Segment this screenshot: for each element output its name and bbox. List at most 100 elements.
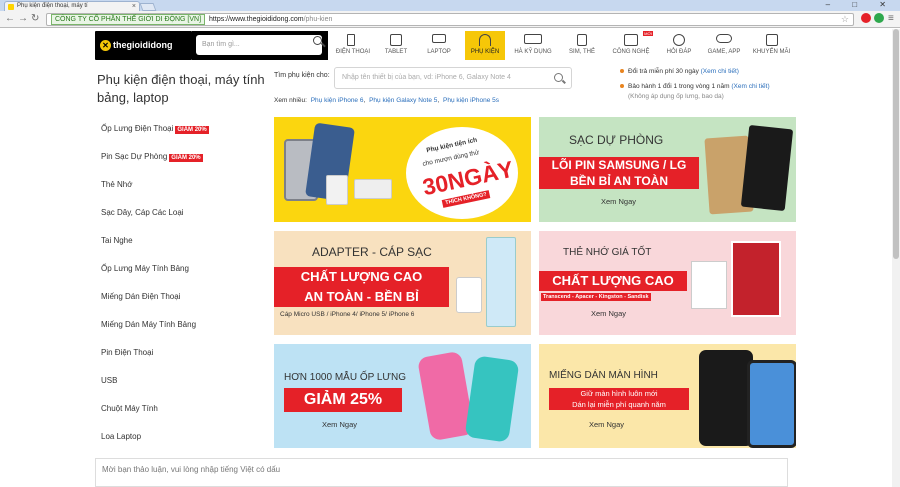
nav-laptop[interactable]: LAPTOP [419, 31, 459, 60]
nav-game-app[interactable]: GAME, APP [702, 31, 746, 60]
sidebar-item[interactable]: Thẻ Nhớ [101, 180, 132, 189]
sidebar-item[interactable]: Sạc Dây, Cáp Các Loại [101, 208, 184, 217]
sidebar-item[interactable]: Miếng Dán Máy Tính Bảng [101, 320, 196, 329]
nav-dien-thoai[interactable]: ĐIỆN THOẠI [333, 31, 373, 60]
accessory-search-label: Tìm phụ kiện cho: [274, 72, 330, 79]
sidebar-item-label: Miếng Dán Máy Tính Bảng [101, 320, 197, 329]
question-icon [673, 34, 685, 46]
banner-powerbank[interactable]: SẠC DỰ PHÒNG LÕI PIN SAMSUNG / LG BỀN BỈ… [539, 117, 796, 222]
nav-sim-the[interactable]: SIM, THẺ [562, 31, 602, 60]
tech-news-icon [624, 34, 638, 46]
address-toolbar: ← → ↻ CÔNG TY CỔ PHẦN THẾ GIỚI DI ĐỘNG [… [0, 11, 900, 28]
discount-badge: GIẢM 20% [175, 126, 209, 134]
view-now-link[interactable]: Xem Ngay [322, 420, 357, 429]
nav-label: TABLET [384, 49, 408, 55]
nav-tablet[interactable]: TABLET [377, 31, 415, 60]
page-scrollbar[interactable] [892, 29, 900, 487]
banner-title: SẠC DỰ PHÒNG [569, 133, 664, 147]
close-tab-icon[interactable]: × [132, 2, 136, 11]
browser-tab[interactable]: Phụ kiện điện thoại, máy tí × [4, 1, 140, 11]
sidebar-item-label: Tai Nghe [101, 236, 133, 245]
nav-ha-ky-dung[interactable]: HÀ KỸ DỤNG [509, 31, 557, 60]
comment-input[interactable]: Mời bạn thảo luận, vui lòng nhập tiếng V… [95, 458, 788, 487]
banner-red-line-2: AN TOÀN - BỀN BỈ [274, 287, 449, 307]
nav-cong-nghe[interactable]: MỚI CÔNG NGHỆ [607, 31, 655, 60]
sidebar-item[interactable]: Pin Điện Thoại [101, 348, 153, 357]
powerbank-image [354, 179, 392, 199]
nav-label: CÔNG NGHỆ [612, 49, 650, 55]
laptop-icon [432, 34, 446, 43]
sidebar-item-label: Chuột Máy Tính [101, 404, 158, 413]
nav-hoi-dap[interactable]: HỎI ĐÁP [659, 31, 699, 60]
banner-title: MIẾNG DÁN MÀN HÌNH [549, 370, 658, 381]
reload-icon[interactable]: ↻ [31, 13, 39, 25]
browser-tab-bar: Phụ kiện điện thoại, máy tí × – □ ✕ [0, 0, 900, 11]
banner-adapter[interactable]: ADAPTER - CÁP SẠC CHẤT LƯỢNG CAO AN TOÀN… [274, 231, 531, 335]
nav-label: LAPTOP [427, 49, 451, 55]
sidebar-item[interactable]: USB [101, 376, 117, 385]
scrollbar-thumb[interactable] [893, 29, 899, 259]
game-icon [716, 34, 732, 43]
banner-30-days[interactable]: Phụ kiện tiện ích cho mượn dùng thử 30NG… [274, 117, 531, 222]
back-arrow-icon[interactable]: ← [5, 13, 15, 25]
sidebar-item[interactable]: Loa Laptop [101, 432, 141, 441]
logo-icon: ✕ [100, 40, 111, 51]
forward-arrow-icon[interactable]: → [18, 13, 28, 25]
site-logo[interactable]: ✕ thegioididong [95, 31, 192, 60]
suggestion-link[interactable]: Phụ kiện iPhone 5s [443, 97, 499, 104]
bullet-icon [620, 69, 624, 74]
secure-badge: CÔNG TY CỔ PHẦN THẾ GIỚI DI ĐỘNG [VN] [51, 14, 206, 25]
accessory-search-input[interactable]: Nhập tên thiết bị của bạn, vd: iPhone 6,… [334, 67, 572, 89]
suggestion-link[interactable]: Phụ kiện iPhone 6 [311, 97, 364, 104]
sidebar-item-label: Pin Điện Thoại [101, 348, 154, 357]
page-title: Phụ kiện điện thoại, máy tính bảng, lapt… [97, 72, 265, 105]
banner-screen-protector[interactable]: MIẾNG DÁN MÀN HÌNH Giữ màn hình luôn mới… [539, 344, 796, 448]
view-now-link[interactable]: Xem Ngay [591, 309, 626, 318]
sidebar-item[interactable]: Ốp Lưng Điện Thoại GIẢM 20% [101, 124, 209, 134]
nav-phu-kien[interactable]: PHỤ KIỆN [465, 31, 505, 60]
promo-text: Đổi trả miễn phí 30 ngày [628, 68, 699, 75]
suggestion-link[interactable]: Phụ kiện Galaxy Note 5 [369, 97, 437, 104]
sidebar-item[interactable]: Miếng Dán Điện Thoại [101, 292, 180, 301]
menu-icon[interactable]: ≡ [888, 13, 894, 25]
view-now-link[interactable]: Xem Ngay [601, 197, 636, 206]
banner-phone-case[interactable]: HƠN 1000 MẪU ỐP LƯNG GIẢM 25% Xem Ngay [274, 344, 531, 448]
sidebar-item[interactable]: Chuột Máy Tính [101, 404, 158, 413]
site-search: Bạn tìm gì... [192, 31, 328, 60]
phone-image [747, 360, 796, 448]
powerbank-image [740, 124, 794, 212]
bookmark-star-icon[interactable]: ☆ [841, 14, 849, 25]
search-icon[interactable] [554, 73, 563, 82]
search-icon[interactable] [313, 36, 322, 45]
extension-icon[interactable] [861, 13, 871, 23]
memory-card-package-image [731, 241, 781, 317]
gift-icon [765, 34, 778, 46]
sidebar-item[interactable]: Pin Sạc Dự Phòng GIẢM 20% [101, 152, 203, 162]
sidebar-item[interactable]: Tai Nghe [101, 236, 133, 245]
site-search-input[interactable]: Bạn tìm gì... [196, 35, 322, 55]
promo-detail-link[interactable]: (Xem chi tiết) [701, 68, 739, 75]
banner-memory-card[interactable]: THẺ NHỚ GIÁ TỐT CHẤT LƯỢNG CAO Transcend… [539, 231, 796, 335]
new-tab-button[interactable] [139, 3, 157, 11]
nav-label: ĐIỆN THOẠI [335, 49, 371, 55]
cable-package-image [486, 237, 516, 327]
suggest-prefix: Xem nhiều: [274, 97, 307, 104]
extension-icon[interactable] [874, 13, 884, 23]
tab-title: Phụ kiện điện thoại, máy tí [17, 3, 88, 9]
site-header: ✕ thegioididong Bạn tìm gì... ĐIỆN THOẠI… [95, 31, 795, 60]
view-now-link[interactable]: Xem Ngay [589, 420, 624, 429]
adapter-image [326, 175, 348, 205]
popular-suggestions: Xem nhiều: Phụ kiện iPhone 6, Phụ kiện G… [274, 97, 500, 104]
sidebar-item[interactable]: Ốp Lưng Máy Tính Bảng [101, 264, 189, 273]
address-bar[interactable]: CÔNG TY CỔ PHẦN THẾ GIỚI DI ĐỘNG [VN] htt… [46, 13, 854, 26]
promo-subtext: (Không áp dụng ốp lưng, bao da) [628, 93, 724, 100]
nav-label: GAME, APP [707, 49, 741, 55]
banner-red-line-1: CHẤT LƯỢNG CAO [274, 267, 449, 287]
favicon-icon [8, 4, 14, 10]
promo-detail-link[interactable]: (Xem chi tiết) [731, 83, 769, 90]
nav-label: PHỤ KIỆN [470, 49, 500, 55]
window-controls[interactable]: – □ ✕ [826, 0, 896, 9]
phone-image [699, 350, 753, 446]
nav-khuyen-mai[interactable]: KHUYẾN MÃI [748, 31, 795, 60]
banner-title: HƠN 1000 MẪU ỐP LƯNG [284, 372, 406, 383]
